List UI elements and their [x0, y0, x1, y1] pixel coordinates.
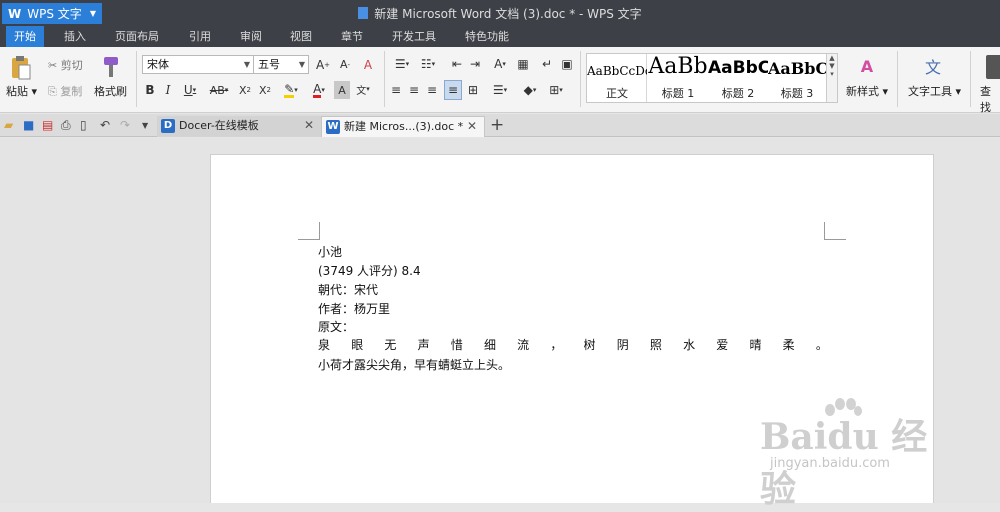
- poem-line: 小荷才露尖尖角，早有蜻蜓立上头。: [318, 358, 511, 372]
- tab-insert[interactable]: 插入: [64, 26, 86, 47]
- tab-review[interactable]: 审阅: [240, 26, 262, 47]
- decrease-indent-icon[interactable]: ⇤: [448, 55, 466, 73]
- undo-icon[interactable]: ↶: [100, 118, 110, 132]
- divider: [136, 51, 137, 107]
- underline-icon[interactable]: U ▾: [178, 81, 202, 99]
- author-line: 作者：杨万里: [318, 302, 391, 316]
- char-shading-icon[interactable]: A: [334, 81, 350, 99]
- baidu-jingyan-watermark: Baidu 经验 jingyan.baidu.com: [760, 398, 960, 510]
- format-painter-button[interactable]: 格式刷: [94, 83, 127, 99]
- title-bar: W WPS 文字 ▼ 新建 Microsoft Word 文档 (3).doc …: [0, 0, 1000, 26]
- new-tab-plus-icon[interactable]: +: [490, 115, 504, 135]
- style-heading-3[interactable]: AaBbC 标题 3: [768, 54, 826, 102]
- cut-button[interactable]: ✂ 剪切: [48, 57, 83, 73]
- font-name-select[interactable]: 宋体 ▼: [142, 55, 254, 74]
- export-pdf-icon[interactable]: ▤: [42, 118, 53, 132]
- open-icon[interactable]: ▰: [4, 118, 13, 132]
- save-icon[interactable]: ■: [23, 118, 34, 132]
- redo-icon[interactable]: ↷: [120, 118, 130, 132]
- tab-docer-templates[interactable]: D Docer-在线模板 ✕: [157, 116, 321, 137]
- style-gallery-scroll[interactable]: ▲ ▼ ▾: [826, 54, 837, 102]
- margin-corner-mark: [298, 222, 320, 240]
- font-size-select[interactable]: 五号 ▼: [253, 55, 309, 74]
- strikethrough-icon[interactable]: AB ▾: [204, 81, 234, 99]
- text-tools-icon[interactable]: 文: [920, 53, 946, 79]
- divider: [897, 51, 898, 107]
- text-tools-button[interactable]: 文字工具 ▾: [908, 83, 961, 99]
- paste-icon[interactable]: [8, 53, 34, 83]
- tab-page-layout[interactable]: 页面布局: [115, 26, 159, 47]
- ribbon-toolbar: 粘贴 ▾ ✂ 剪切 ⎘ 复制 格式刷 宋体 ▼ 五号 ▼ A + A- A B I U…: [0, 47, 1000, 115]
- tab-view[interactable]: 视图: [290, 26, 312, 47]
- menu-bar: 开始 插入 页面布局 引用 审阅 视图 章节 开发工具 特色功能: [0, 26, 1000, 47]
- new-style-icon[interactable]: A: [854, 53, 880, 79]
- shading-icon[interactable]: ◆ ▾: [518, 81, 542, 99]
- margin-corner-mark: [824, 222, 846, 240]
- style-heading-1[interactable]: AaBb 标题 1: [648, 54, 708, 102]
- border-icon[interactable]: ⊞ ▾: [544, 81, 568, 99]
- divider: [580, 51, 581, 107]
- align-right-icon[interactable]: ≡: [424, 81, 440, 99]
- style-gallery: AaBbCcDd 正文 AaBb 标题 1 AaBbC 标题 2 AaBbC 标…: [586, 53, 838, 103]
- tab-developer[interactable]: 开发工具: [392, 26, 436, 47]
- close-icon[interactable]: ✕: [467, 117, 477, 136]
- rating-line: (3749 人评分) 8.4: [318, 264, 421, 278]
- show-hide-icon[interactable]: ▣: [558, 55, 576, 73]
- scissors-icon: ✂: [48, 59, 58, 72]
- tab-current-document[interactable]: W 新建 Micros...(3).doc * ✕: [321, 116, 485, 137]
- increase-indent-icon[interactable]: ⇥: [466, 55, 484, 73]
- find-button[interactable]: 查找: [980, 83, 1000, 115]
- new-style-button[interactable]: 新样式 ▾: [846, 83, 888, 99]
- poem-line-justified: 泉 眼 无 声 惜 细 流 ， 树 阴 照 水 爱 晴 柔 。: [318, 338, 828, 352]
- poem-title: 小池: [318, 245, 343, 259]
- font-color-icon[interactable]: A ▾: [306, 81, 332, 99]
- justify-icon[interactable]: ≡: [444, 80, 462, 100]
- style-normal[interactable]: AaBbCcDd 正文: [587, 54, 647, 102]
- italic-icon[interactable]: I: [160, 81, 176, 99]
- docer-icon: D: [161, 119, 175, 133]
- highlight-icon[interactable]: ✎ ▾: [278, 81, 304, 99]
- paragraph-mark-icon[interactable]: ↵: [538, 55, 556, 73]
- close-icon[interactable]: ✕: [304, 116, 314, 135]
- phonetic-guide-icon[interactable]: 文 ▾: [352, 79, 374, 99]
- word-doc-icon: W: [326, 120, 340, 134]
- original-text-label: 原文：: [318, 320, 355, 334]
- copy-icon: ⎘: [48, 85, 57, 98]
- distribute-icon[interactable]: ⊞: [464, 81, 482, 99]
- window-title: 新建 Microsoft Word 文档 (3).doc * - WPS 文字: [0, 5, 1000, 22]
- bold-icon[interactable]: B: [142, 81, 158, 99]
- table-icon[interactable]: ▦: [514, 55, 532, 73]
- dynasty-line: 朝代：宋代: [318, 283, 379, 297]
- align-left-icon[interactable]: ≡: [388, 81, 404, 99]
- grow-font-icon[interactable]: A +: [313, 55, 333, 74]
- tab-home[interactable]: 开始: [6, 26, 44, 47]
- tab-special-features[interactable]: 特色功能: [465, 26, 509, 47]
- document-icon: [358, 7, 369, 19]
- tab-references[interactable]: 引用: [189, 26, 211, 47]
- bullet-list-icon[interactable]: ☰ ▾: [390, 55, 414, 73]
- divider: [384, 51, 385, 107]
- shrink-font-icon[interactable]: A-: [335, 55, 355, 74]
- divider: [970, 51, 971, 107]
- format-painter-icon[interactable]: [98, 53, 124, 81]
- superscript-icon[interactable]: X2: [236, 81, 254, 99]
- quick-access-dropdown-icon[interactable]: ▼: [142, 121, 148, 130]
- copy-button[interactable]: ⎘ 复制: [48, 83, 82, 99]
- tab-chapter[interactable]: 章节: [341, 26, 363, 47]
- clear-format-icon[interactable]: A: [358, 55, 378, 74]
- paste-button[interactable]: 粘贴 ▾: [6, 83, 37, 99]
- line-spacing-icon[interactable]: ☰ ▾: [488, 81, 512, 99]
- align-center-icon[interactable]: ≡: [406, 81, 422, 99]
- find-icon[interactable]: [986, 55, 1000, 79]
- print-preview-icon[interactable]: ▯: [80, 118, 87, 132]
- style-heading-2[interactable]: AaBbC 标题 2: [708, 54, 768, 102]
- text-direction-icon[interactable]: A ▾: [488, 55, 512, 73]
- numbered-list-icon[interactable]: ☷ ▾: [416, 55, 440, 73]
- subscript-icon[interactable]: X2: [256, 81, 274, 99]
- document-tab-bar: ▰ ■ ▤ ⎙ ▯ ↶ ↷ ▼ D Docer-在线模板 ✕ W 新建 Micr…: [0, 114, 1000, 137]
- print-icon[interactable]: ⎙: [61, 118, 71, 133]
- watermark-url: jingyan.baidu.com: [770, 456, 890, 471]
